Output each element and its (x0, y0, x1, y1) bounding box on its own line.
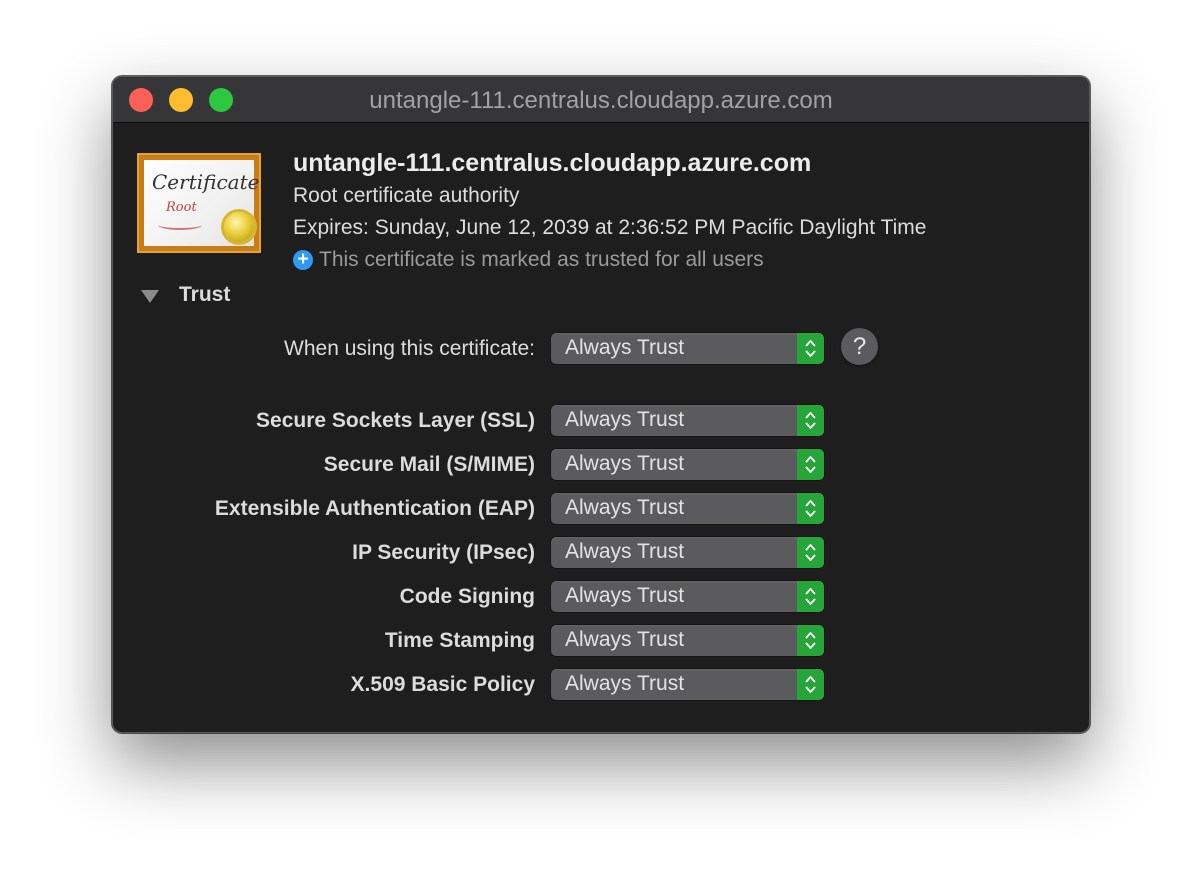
flourish-icon (158, 220, 202, 230)
updown-chevron-icon (797, 669, 824, 700)
popup-value: Always Trust (565, 540, 685, 563)
certificate-name: untangle-111.centralus.cloudapp.azure.co… (293, 149, 812, 177)
when-using-label: When using this certificate: (284, 337, 535, 360)
certificate-icon: Certificate Root (137, 153, 261, 253)
trust-row-popup[interactable]: Always Trust (551, 669, 824, 700)
trust-row-popup[interactable]: Always Trust (551, 493, 824, 524)
popup-value: Always Trust (565, 584, 685, 607)
plus-circle-icon: + (293, 250, 313, 270)
certificate-icon-word: Certificate (152, 170, 260, 194)
updown-chevron-icon (797, 405, 824, 436)
updown-chevron-icon (797, 581, 824, 612)
updown-chevron-icon (797, 537, 824, 568)
title-bar[interactable]: untangle-111.centralus.cloudapp.azure.co… (113, 77, 1089, 123)
help-button[interactable]: ? (841, 328, 878, 365)
trust-section-heading[interactable]: Trust (179, 283, 230, 307)
disclosure-triangle-icon[interactable] (141, 290, 159, 303)
certificate-expiry: Expires: Sunday, June 12, 2039 at 2:36:5… (293, 216, 927, 239)
popup-value: Always Trust (565, 628, 685, 651)
certificate-content: Certificate Root untangle-111.centralus.… (113, 123, 1089, 732)
certificate-window: untangle-111.centralus.cloudapp.azure.co… (112, 76, 1090, 733)
certificate-icon-sub: Root (166, 200, 197, 215)
updown-chevron-icon (797, 333, 824, 364)
trust-row-label: Extensible Authentication (EAP) (214, 497, 535, 520)
trust-row-popup[interactable]: Always Trust (551, 581, 824, 612)
updown-chevron-icon (797, 449, 824, 480)
trust-status-text: This certificate is marked as trusted fo… (319, 248, 764, 271)
popup-value: Always Trust (565, 496, 685, 519)
trust-row-popup[interactable]: Always Trust (551, 625, 824, 656)
seal-icon (224, 212, 254, 242)
trust-status: + This certificate is marked as trusted … (293, 248, 764, 272)
trust-row-popup[interactable]: Always Trust (551, 405, 824, 436)
certificate-type: Root certificate authority (293, 184, 520, 207)
popup-value: Always Trust (565, 672, 685, 695)
trust-row-label: X.509 Basic Policy (350, 673, 535, 696)
trust-row-label: Secure Mail (S/MIME) (323, 453, 535, 476)
popup-value: Always Trust (565, 336, 685, 359)
trust-row-popup[interactable]: Always Trust (551, 537, 824, 568)
updown-chevron-icon (797, 625, 824, 656)
when-using-popup[interactable]: Always Trust (551, 333, 824, 364)
window-title: untangle-111.centralus.cloudapp.azure.co… (369, 87, 833, 114)
trust-row-popup[interactable]: Always Trust (551, 449, 824, 480)
updown-chevron-icon (797, 493, 824, 524)
popup-value: Always Trust (565, 408, 685, 431)
trust-row-label: Code Signing (399, 585, 535, 608)
trust-row-label: Time Stamping (384, 629, 535, 652)
trust-row-label: IP Security (IPsec) (352, 541, 535, 564)
popup-value: Always Trust (565, 452, 685, 475)
trust-row-label: Secure Sockets Layer (SSL) (256, 409, 535, 432)
